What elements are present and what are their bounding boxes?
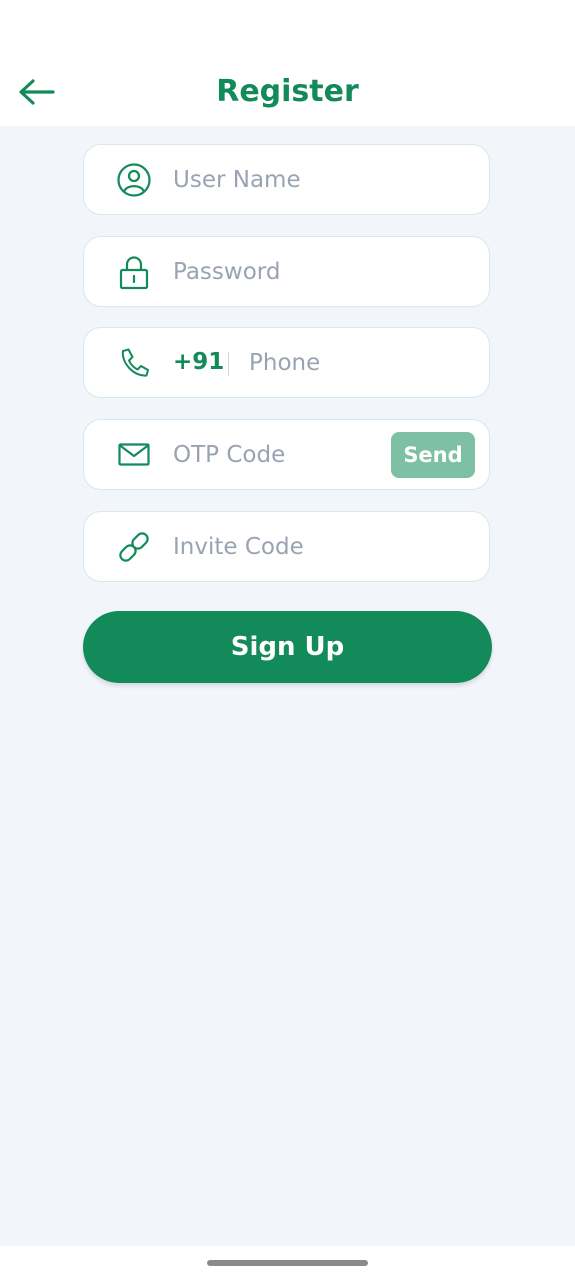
- sign-up-button[interactable]: Sign Up: [83, 611, 492, 683]
- user-icon: [116, 162, 152, 198]
- page-title: Register: [216, 74, 359, 109]
- country-code[interactable]: +91: [173, 328, 224, 397]
- username-field[interactable]: [83, 144, 490, 215]
- invite-code-input[interactable]: [173, 512, 463, 581]
- mail-icon: [116, 437, 152, 473]
- lock-icon: [116, 254, 152, 290]
- password-field[interactable]: [83, 236, 490, 307]
- phone-icon: [116, 345, 152, 381]
- password-input[interactable]: [173, 237, 463, 306]
- otp-field[interactable]: Send: [83, 419, 490, 490]
- phone-input[interactable]: [249, 328, 469, 397]
- invite-field[interactable]: [83, 511, 490, 582]
- phone-field[interactable]: +91: [83, 327, 490, 398]
- system-nav-bar: [0, 1246, 575, 1280]
- link-icon: [116, 529, 152, 565]
- send-otp-button[interactable]: Send: [391, 432, 475, 478]
- register-form: +91 Send Sign Up: [0, 126, 575, 1246]
- otp-input[interactable]: [173, 420, 383, 489]
- app-header: Register: [0, 0, 575, 126]
- username-input[interactable]: [173, 145, 463, 214]
- divider: [228, 352, 229, 376]
- home-indicator[interactable]: [207, 1260, 368, 1266]
